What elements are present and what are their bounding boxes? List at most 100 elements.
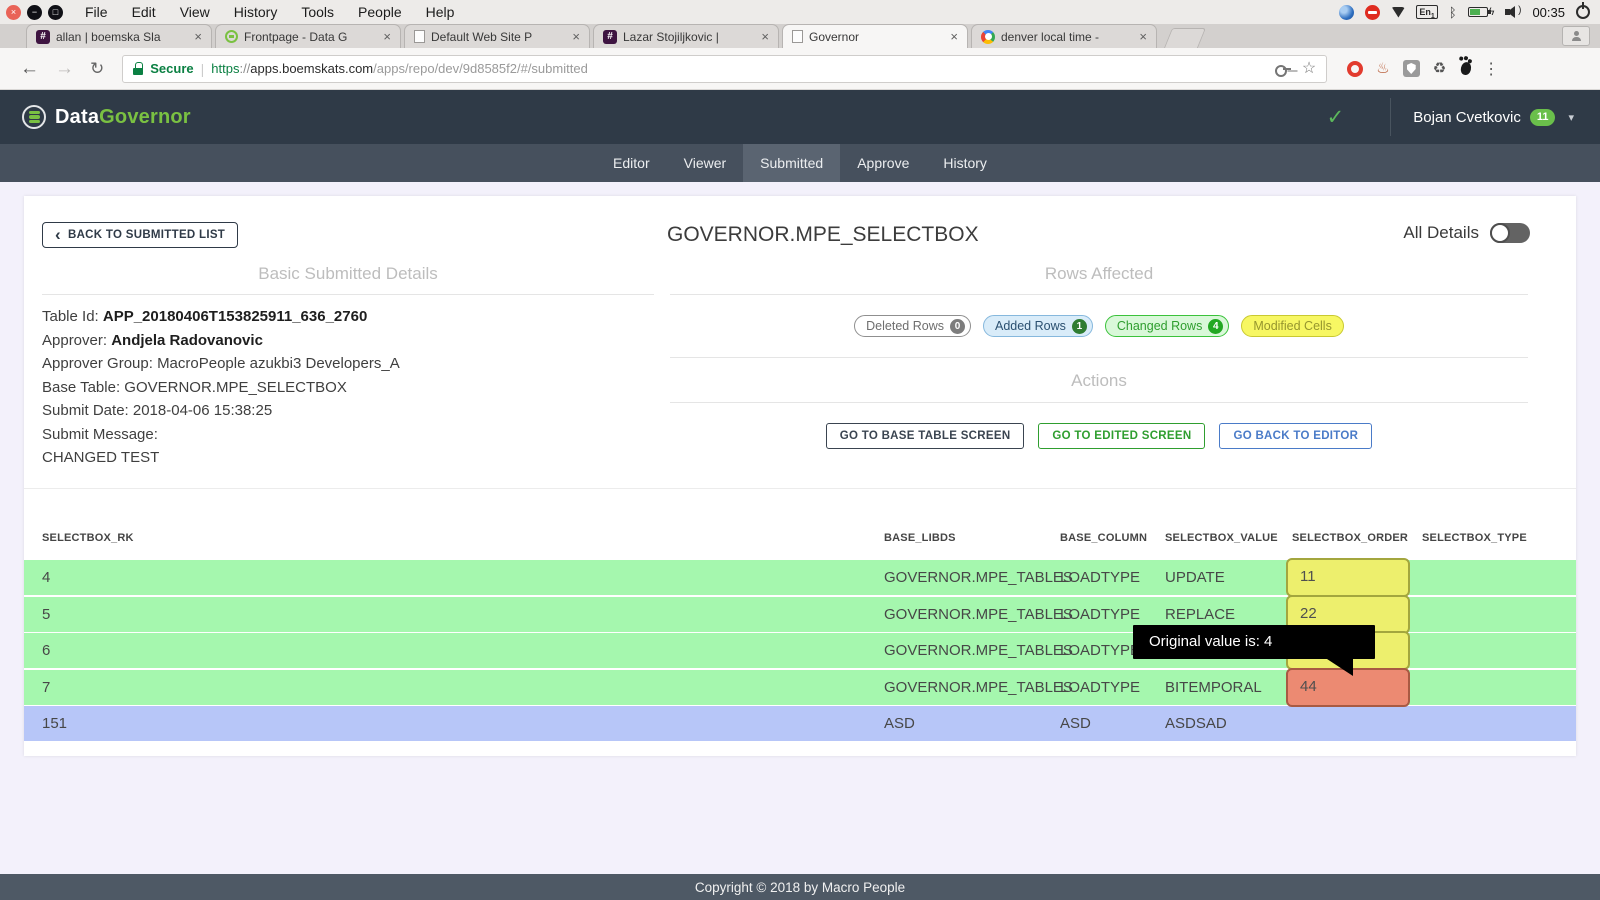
column-header-selectbox-rk: SELECTBOX_RK — [42, 532, 134, 544]
tab-slack-lazar[interactable]: # Lazar Stojiljkovic | × — [593, 24, 779, 48]
modified-cells-badge[interactable]: Modified Cells — [1241, 315, 1344, 337]
tab-governor-active[interactable]: Governor × — [782, 24, 968, 48]
nav-tab-submitted[interactable]: Submitted — [743, 144, 840, 182]
go-back-to-editor-button[interactable]: GO BACK TO EDITOR — [1219, 423, 1372, 449]
password-key-icon[interactable] — [1275, 65, 1291, 73]
header-divider — [1390, 98, 1391, 136]
tab-denver-local-time[interactable]: denver local time - × — [971, 24, 1157, 48]
reload-icon[interactable]: ↻ — [90, 60, 104, 77]
logo-governor: Governor — [99, 106, 191, 128]
added-rows-badge[interactable]: Added Rows1 — [983, 315, 1093, 337]
changed-rows-badge[interactable]: Changed Rows4 — [1105, 315, 1229, 337]
back-arrow-icon[interactable]: ← — [20, 59, 39, 78]
volume-icon[interactable]: ) — [1505, 6, 1521, 18]
datagovernor-logo[interactable]: DataGovernor — [22, 105, 191, 129]
column-header-selectbox-value: SELECTBOX_VALUE — [1165, 532, 1278, 544]
red-ring-extension-icon[interactable] — [1347, 61, 1363, 77]
tab-close-icon[interactable]: × — [572, 29, 580, 44]
table-row[interactable]: 151 ASD ASD ASDSAD — [24, 706, 1576, 741]
nav-tab-approve[interactable]: Approve — [840, 144, 926, 182]
tab-close-icon[interactable]: × — [383, 29, 391, 44]
new-tab-button[interactable] — [1164, 28, 1206, 48]
tab-title: allan | boemska Sla — [56, 30, 188, 44]
window-minimize-button[interactable]: − — [27, 5, 42, 20]
tab-title: Lazar Stojiljkovic | — [623, 30, 755, 44]
tab-title: Governor — [809, 30, 944, 44]
nav-tab-viewer[interactable]: Viewer — [667, 144, 744, 182]
secure-label: Secure — [150, 61, 193, 76]
google-icon — [981, 30, 995, 44]
all-details-toggle[interactable] — [1490, 223, 1530, 243]
gnome-foot-extension-icon[interactable] — [1460, 61, 1473, 76]
tab-default-web-site[interactable]: Default Web Site P × — [404, 24, 590, 48]
divider — [24, 488, 1576, 489]
rejected-cell-selectbox-order[interactable]: 44 — [1286, 668, 1410, 707]
browser-toolbar: ← → ↻ Secure | https://apps.boemskats.co… — [0, 48, 1600, 90]
cell-base-column: LOADTYPE — [1060, 597, 1140, 632]
clock[interactable]: 00:35 — [1532, 5, 1565, 20]
go-to-edited-screen-button[interactable]: GO TO EDITED SCREEN — [1038, 423, 1205, 449]
cell-base-libds: GOVERNOR.MPE_TABLES — [884, 560, 1073, 595]
page-icon — [414, 30, 425, 43]
system-menu-bar: × − □ File Edit View History Tools Peopl… — [0, 0, 1600, 24]
tab-slack-allan[interactable]: # allan | boemska Sla × — [26, 24, 212, 48]
slack-icon: # — [603, 30, 617, 44]
deleted-rows-badge[interactable]: Deleted Rows0 — [854, 315, 971, 337]
bluetooth-icon[interactable]: ᛒ — [1449, 6, 1457, 19]
user-menu[interactable]: Bojan Cvetkovic 11 ▾ — [1413, 109, 1574, 126]
rows-affected-heading: Rows Affected — [670, 260, 1528, 294]
keyboard-layout-indicator[interactable]: En1 — [1416, 5, 1437, 19]
system-tray: En1 ᛒ ϟ ) 00:35 — [1339, 5, 1590, 20]
menu-history[interactable]: History — [234, 4, 278, 20]
window-maximize-button[interactable]: □ — [48, 5, 63, 20]
menu-tools[interactable]: Tools — [301, 4, 334, 20]
bookmark-star-icon[interactable]: ☆ — [1302, 61, 1316, 77]
table-row[interactable]: 4 GOVERNOR.MPE_TABLES LOADTYPE UPDATE 11 — [24, 560, 1576, 595]
browser-tab-strip: # allan | boemska Sla × Frontpage - Data… — [0, 24, 1600, 48]
url-path: /apps/repo/dev/9d8585f2/#/submitted — [373, 61, 588, 76]
nav-tab-history[interactable]: History — [926, 144, 1004, 182]
cell-base-libds: GOVERNOR.MPE_TABLES — [884, 597, 1073, 632]
status-check-icon: ✓ — [1327, 105, 1345, 130]
keyboard-layout-label: En — [1419, 7, 1431, 17]
tab-close-icon[interactable]: × — [1139, 29, 1147, 44]
power-icon[interactable] — [1576, 5, 1590, 19]
rows-affected-badges: Deleted Rows0 Added Rows1 Changed Rows4 … — [670, 295, 1528, 357]
table-row[interactable]: 7 GOVERNOR.MPE_TABLES LOADTYPE BITEMPORA… — [24, 670, 1576, 705]
menu-view[interactable]: View — [180, 4, 210, 20]
window-close-button[interactable]: × — [6, 5, 21, 20]
table-header: SELECTBOX_RK BASE_LIBDS BASE_COLUMN SELE… — [24, 528, 1576, 552]
tab-close-icon[interactable]: × — [761, 29, 769, 44]
tab-frontpage[interactable]: Frontpage - Data G × — [215, 24, 401, 48]
recycle-extension-icon[interactable]: ♻ — [1433, 61, 1446, 76]
back-to-submitted-list-button[interactable]: ‹ BACK TO SUBMITTED LIST — [42, 222, 238, 248]
browser-menu-icon[interactable]: ⋮ — [1483, 59, 1499, 79]
menu-edit[interactable]: Edit — [132, 4, 156, 20]
menu-people[interactable]: People — [358, 4, 402, 20]
cell-selectbox-rk: 151 — [42, 706, 67, 741]
cell-selectbox-value: BITEMPORAL — [1165, 670, 1262, 705]
menu-file[interactable]: File — [85, 4, 108, 20]
shield-extension-icon[interactable] — [1403, 60, 1420, 77]
battery-indicator[interactable]: ϟ — [1468, 6, 1495, 18]
action-buttons: GO TO BASE TABLE SCREEN GO TO EDITED SCR… — [670, 403, 1528, 469]
do-not-disturb-icon[interactable] — [1365, 5, 1380, 20]
tab-close-icon[interactable]: × — [950, 29, 958, 44]
datagovernor-favicon — [225, 30, 238, 43]
added-rows-count: 1 — [1072, 319, 1087, 334]
slack-icon: # — [36, 30, 50, 44]
wifi-icon[interactable] — [1391, 7, 1405, 18]
database-logo-icon — [22, 105, 46, 129]
java-extension-icon[interactable]: ♨ — [1376, 61, 1389, 76]
tab-close-icon[interactable]: × — [194, 29, 202, 44]
forward-arrow-icon[interactable]: → — [55, 59, 74, 78]
updater-icon[interactable] — [1339, 5, 1354, 20]
go-to-base-table-button[interactable]: GO TO BASE TABLE SCREEN — [826, 423, 1025, 449]
nav-tab-editor[interactable]: Editor — [596, 144, 667, 182]
field-submit-date: Submit Date: 2018-04-06 15:38:25 — [42, 399, 654, 423]
browser-profile-button[interactable] — [1562, 26, 1590, 46]
menu-help[interactable]: Help — [426, 4, 455, 20]
keyboard-layout-index: 1 — [1431, 13, 1435, 20]
modified-cell-selectbox-order[interactable]: 11 — [1286, 558, 1410, 597]
address-bar[interactable]: Secure | https://apps.boemskats.com/apps… — [122, 55, 1327, 83]
